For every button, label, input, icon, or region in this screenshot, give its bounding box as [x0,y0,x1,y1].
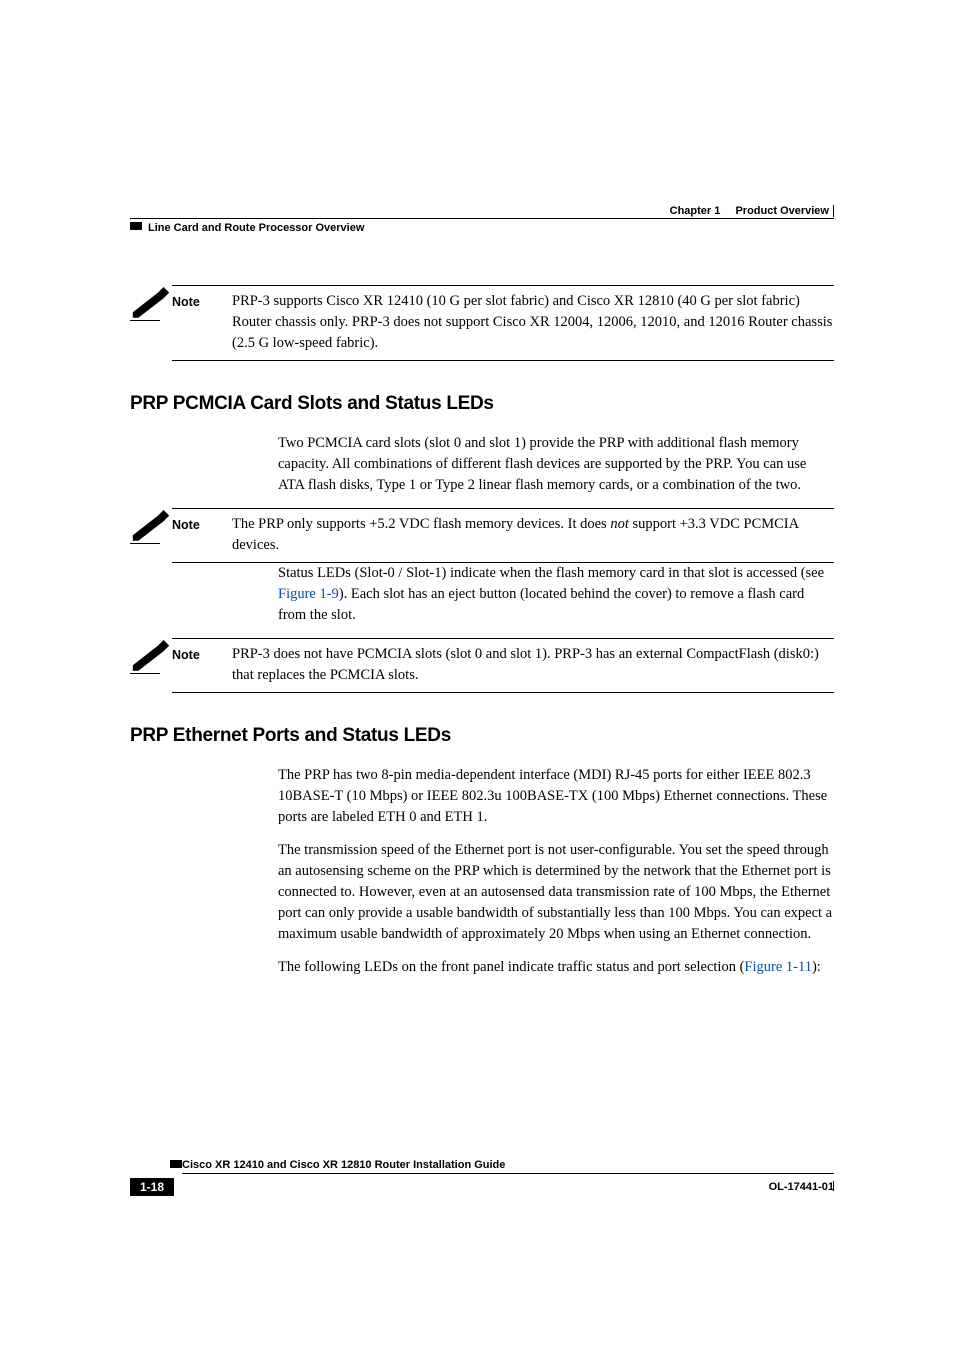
eth-para-1: The PRP has two 8-pin media-dependent in… [278,765,834,828]
note-block-3: Note PRP-3 does not have PCMCIA slots (s… [130,638,834,693]
para3-b: ): [812,959,821,975]
note-block-2: Note The PRP only supports +5.2 VDC flas… [130,508,834,563]
eth-para-2: The transmission speed of the Ethernet p… [278,840,834,945]
note2-ital: not [610,516,629,532]
header-rule [130,218,834,219]
page-content: Note PRP-3 supports Cisco XR 12410 (10 G… [130,285,834,978]
chapter-label: Chapter 1 [670,205,721,217]
note-block-1: Note PRP-3 supports Cisco XR 12410 (10 G… [130,285,834,361]
page-header-right: Chapter 1 Product Overview [670,205,829,217]
figure-link[interactable]: Figure 1-9 [278,586,339,602]
note-label: Note [172,644,232,686]
pencil-icon [130,638,172,693]
footer-tick [833,1181,834,1191]
doc-number: OL-17441-01 [769,1181,834,1193]
header-tick [833,205,834,217]
header-marker [130,222,142,230]
page-number: 1-18 [130,1178,174,1196]
note-text: PRP-3 supports Cisco XR 12410 (10 G per … [232,291,834,354]
pencil-icon [130,285,172,361]
note-text: PRP-3 does not have PCMCIA slots (slot 0… [232,644,834,686]
para2-a: Status LEDs (Slot-0 / Slot-1) indicate w… [278,565,824,581]
chapter-title: Product Overview [735,205,829,217]
note-text: The PRP only supports +5.2 VDC flash mem… [232,514,834,556]
page-header-left: Line Card and Route Processor Overview [148,222,364,234]
section-heading-ethernet: PRP Ethernet Ports and Status LEDs [130,725,834,747]
pencil-icon [130,508,172,563]
footer-marker [170,1160,182,1168]
para3-a: The following LEDs on the front panel in… [278,959,744,975]
section-heading-pcmcia: PRP PCMCIA Card Slots and Status LEDs [130,393,834,415]
note2-a: The PRP only supports +5.2 VDC flash mem… [232,516,610,532]
eth-para-3: The following LEDs on the front panel in… [278,957,834,978]
pcmcia-para-1: Two PCMCIA card slots (slot 0 and slot 1… [278,433,834,496]
para2-b: ). Each slot has an eject button (locate… [278,586,804,623]
pcmcia-para-2: Status LEDs (Slot-0 / Slot-1) indicate w… [278,563,834,626]
note-label: Note [172,514,232,556]
footer-guide-title: Cisco XR 12410 and Cisco XR 12810 Router… [182,1159,834,1174]
page-footer: Cisco XR 12410 and Cisco XR 12810 Router… [130,1159,834,1196]
figure-link-2[interactable]: Figure 1-11 [744,959,812,975]
note-label: Note [172,291,232,354]
